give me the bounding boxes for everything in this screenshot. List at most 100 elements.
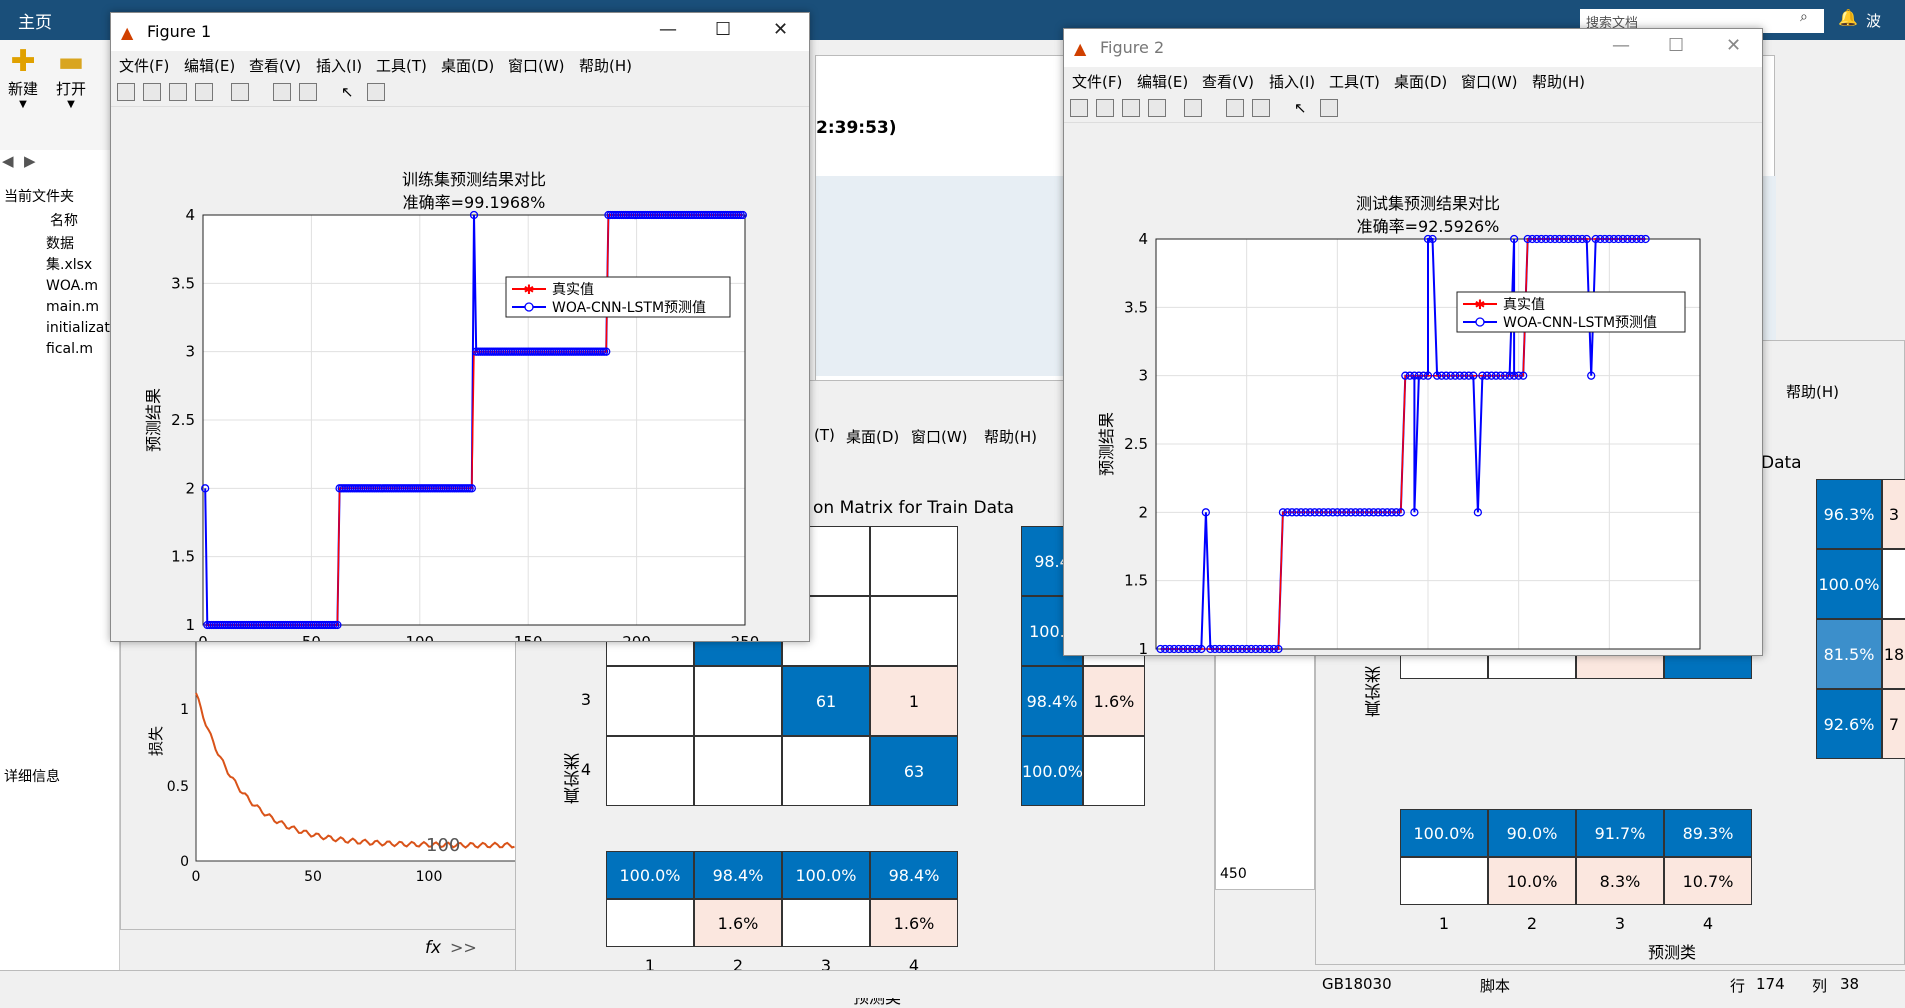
list-item[interactable]: initializat — [22, 318, 119, 339]
x-tick-label: 100 — [405, 633, 434, 641]
confusion-title: on Matrix for Train Data — [813, 498, 1015, 518]
menu-item[interactable]: 编辑(E) — [1137, 71, 1188, 92]
figure-2-toolbar: ↖ — [1064, 93, 1762, 123]
search-icon[interactable]: ⌕ — [1800, 9, 1808, 25]
close-icon[interactable]: ✕ — [1726, 35, 1741, 56]
close-icon[interactable]: ✕ — [773, 19, 788, 40]
user-name[interactable]: 波 — [1866, 10, 1881, 31]
file-list: 数据集.xlsx WOA.m main.m initializat fical.… — [22, 234, 119, 360]
legend-icon[interactable] — [299, 83, 317, 101]
command-prompt[interactable]: >> — [450, 938, 477, 957]
current-folder-label: 当前文件夹 — [4, 189, 74, 205]
menu-item[interactable]: 桌面(D) — [1394, 71, 1447, 92]
save-icon[interactable] — [169, 83, 187, 101]
list-item[interactable]: WOA.m — [22, 276, 119, 297]
row-summary-cell — [1083, 736, 1145, 806]
menu-desktop[interactable]: 桌面(D) — [846, 426, 899, 447]
plus-icon: ✚ — [10, 44, 36, 79]
minimize-icon[interactable]: — — [659, 19, 677, 40]
menu-item[interactable]: 桌面(D) — [441, 55, 494, 76]
maximize-icon[interactable]: ☐ — [715, 19, 731, 40]
legend-icon[interactable] — [1252, 99, 1270, 117]
menu-help[interactable]: 帮助(H) — [1786, 381, 1839, 402]
menu-item[interactable]: 文件(F) — [119, 55, 169, 76]
maximize-icon[interactable]: ☐ — [1668, 35, 1684, 56]
matrix-cell: 1 — [870, 666, 958, 736]
y-tick-label: 2.5 — [171, 411, 195, 429]
tick-label: 0.5 — [167, 779, 189, 795]
minimize-icon[interactable]: — — [1612, 35, 1630, 56]
colorbar-icon[interactable] — [1226, 99, 1244, 117]
menu-window[interactable]: 窗口(W) — [911, 426, 968, 447]
menu-tools[interactable]: (T) — [814, 426, 835, 444]
figure-1-window: ▲ Figure 1 — ☐ ✕ 文件(F) 编辑(E) 查看(V) 插入(I)… — [110, 12, 810, 673]
matrix-cell — [782, 736, 870, 806]
figure-1-titlebar[interactable]: ▲ Figure 1 — ☐ ✕ — [111, 13, 809, 51]
menu-help[interactable]: 帮助(H) — [984, 426, 1037, 447]
menu-item[interactable]: 查看(V) — [1202, 71, 1254, 92]
y-tick-label: 3 — [1138, 367, 1148, 385]
column-summary-cell: 100.0% — [606, 851, 694, 899]
menu-item[interactable]: 文件(F) — [1072, 71, 1122, 92]
menu-item[interactable]: 查看(V) — [249, 55, 301, 76]
link-plot-icon[interactable] — [1184, 99, 1202, 117]
menu-item[interactable]: 窗口(W) — [1461, 71, 1518, 92]
chevron-down-icon: ▼ — [67, 99, 75, 110]
property-inspector-icon[interactable] — [1320, 99, 1338, 117]
tick-label: 0 — [192, 869, 201, 885]
x-tick-label: 200 — [622, 633, 651, 641]
train-prediction-chart: 0 50 100 150 200 250 1 1.5 2 2.5 3 3.5 4 训练集预测结果对比准确率… — [144, 170, 759, 673]
list-item[interactable]: 数据集.xlsx — [22, 234, 119, 276]
print-icon[interactable] — [195, 83, 213, 101]
menu-item[interactable]: 插入(I) — [316, 55, 362, 76]
row-summary-cell: 7 — [1882, 689, 1905, 759]
tick-label: 50 — [304, 869, 322, 885]
column-summary-cell — [1400, 857, 1488, 905]
legend-marker-true: ✱ — [524, 283, 535, 298]
menu-item[interactable]: 帮助(H) — [1532, 71, 1585, 92]
save-icon[interactable] — [1122, 99, 1140, 117]
link-plot-icon[interactable] — [231, 83, 249, 101]
menu-item[interactable]: 工具(T) — [1329, 71, 1380, 92]
row-summary-cell: 92.6% — [1816, 689, 1882, 759]
row-summary-cell: 3 — [1882, 479, 1905, 549]
back-arrow-icon[interactable]: ◀ — [2, 152, 14, 170]
open-button[interactable]: ▬ 打开 ▼ — [56, 46, 86, 111]
open-file-icon[interactable] — [143, 83, 161, 101]
menu-item[interactable]: 窗口(W) — [508, 55, 565, 76]
time-fragment: 2:39:53) — [816, 118, 897, 138]
true-class-label: 真实类 — [1365, 666, 1385, 717]
list-item[interactable]: fical.m — [22, 339, 119, 360]
column-summary-cell: 98.4% — [694, 851, 782, 899]
chart-subtitle: 准确率=92.5926% — [1357, 217, 1500, 236]
home-tab[interactable]: 主页 — [18, 8, 52, 33]
pointer-icon[interactable]: ↖ — [1294, 99, 1312, 117]
pointer-icon[interactable]: ↖ — [341, 83, 359, 101]
menu-item[interactable]: 帮助(H) — [579, 55, 632, 76]
chart-title: 训练集预测结果对比 — [402, 170, 546, 189]
legend-marker-true: ✱ — [1475, 298, 1486, 313]
file-type-status: 脚本 — [1480, 977, 1511, 995]
column-summary-cell: 1.6% — [870, 899, 958, 947]
x-tick-label: 50 — [302, 633, 321, 641]
menu-item[interactable]: 工具(T) — [376, 55, 427, 76]
y-tick-label: 4 — [1138, 230, 1148, 248]
legend-label: 真实值 — [552, 282, 594, 298]
chart-title: 测试集预测结果对比 — [1356, 194, 1500, 213]
name-column-header[interactable]: 名称 — [50, 210, 78, 230]
new-figure-icon[interactable] — [1070, 99, 1088, 117]
bell-icon[interactable]: 🔔 — [1838, 8, 1858, 27]
colorbar-icon[interactable] — [273, 83, 291, 101]
new-figure-icon[interactable] — [117, 83, 135, 101]
menu-item[interactable]: 插入(I) — [1269, 71, 1315, 92]
figure-1-toolbar: ↖ — [111, 77, 809, 107]
open-file-icon[interactable] — [1096, 99, 1114, 117]
y-tick-label: 2 — [1138, 503, 1148, 521]
menu-item[interactable]: 编辑(E) — [184, 55, 235, 76]
forward-arrow-icon[interactable]: ▶ — [24, 152, 36, 170]
list-item[interactable]: main.m — [22, 297, 119, 318]
print-icon[interactable] — [1148, 99, 1166, 117]
figure-2-titlebar[interactable]: ▲ Figure 2 — ☐ ✕ — [1064, 29, 1762, 67]
new-button[interactable]: ✚ 新建 ▼ — [8, 44, 38, 111]
property-inspector-icon[interactable] — [367, 83, 385, 101]
